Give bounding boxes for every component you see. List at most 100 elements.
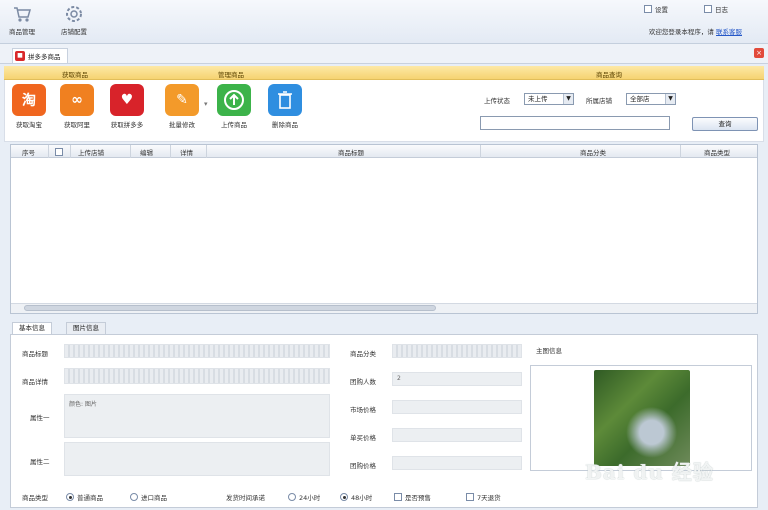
col-title[interactable]: 商品标题 — [338, 147, 364, 157]
seven-day-label: 7天退货 — [477, 494, 501, 502]
product-grid[interactable] — [10, 144, 758, 314]
product-manage-button[interactable]: 商品管理 — [2, 2, 42, 42]
col-detail[interactable]: 详情 — [180, 147, 193, 157]
fetch-pinduoduo-button[interactable]: ♥ 获取拼多多 — [105, 84, 149, 129]
group-manage-title: 管理商品 — [218, 71, 244, 79]
col-category[interactable]: 商品分类 — [580, 147, 606, 157]
search-input[interactable] — [480, 116, 670, 130]
group-price-label: 团购价格 — [350, 462, 376, 470]
ship-48h-option[interactable]: 48小时 — [340, 492, 372, 502]
col-separator — [206, 145, 207, 158]
attr2-field[interactable] — [64, 442, 330, 476]
group-fetch-title: 获取商品 — [62, 71, 88, 79]
welcome-text: 欢迎您登录本程序，请 联系客服 — [649, 26, 742, 36]
radio-button[interactable] — [340, 493, 348, 501]
contact-service-link[interactable]: 联系客服 — [716, 28, 742, 36]
fetch-taobao-button[interactable]: 淘 获取淘宝 — [7, 84, 51, 129]
delete-product-label: 删除商品 — [272, 121, 298, 129]
group-price-field[interactable] — [392, 456, 522, 470]
settings-check[interactable]: 设置 — [644, 4, 668, 14]
col-separator — [70, 145, 71, 158]
group-query-title: 商品查询 — [596, 71, 622, 79]
preorder-checkbox[interactable] — [394, 493, 402, 501]
log-check[interactable]: 日志 — [704, 4, 728, 14]
settings-checkbox[interactable] — [644, 5, 652, 13]
product-photo[interactable] — [594, 370, 690, 466]
preorder-option[interactable]: 是否预售 — [394, 492, 431, 502]
col-index[interactable]: 序号 — [22, 147, 35, 157]
fetch-alibaba-label: 获取阿里 — [64, 121, 90, 129]
group-count-value: 2 — [397, 375, 401, 382]
seven-day-option[interactable]: 7天退货 — [466, 492, 501, 502]
store-select[interactable]: 全部店 ▼ — [626, 93, 676, 105]
radio-button[interactable] — [66, 493, 74, 501]
type-normal-option[interactable]: 普通商品 — [66, 492, 103, 502]
group-count-field[interactable]: 2 — [392, 372, 522, 386]
tab-image-info[interactable]: 图片信息 — [66, 322, 106, 334]
batch-edit-button[interactable]: ✎ 批量修改 — [160, 84, 204, 129]
col-type[interactable]: 商品类型 — [704, 147, 730, 157]
close-icon[interactable]: × — [754, 48, 764, 58]
fetch-taobao-label: 获取淘宝 — [16, 121, 42, 129]
search-button[interactable]: 查询 — [692, 117, 758, 131]
type-import-option[interactable]: 进口商品 — [130, 492, 167, 502]
type-label: 商品类型 — [22, 494, 48, 502]
log-check-label: 日志 — [715, 6, 728, 14]
pinduoduo-icon: ♥ — [110, 84, 144, 116]
ship-label: 发货时间承诺 — [226, 494, 265, 502]
ship-24h-option[interactable]: 24小时 — [288, 492, 320, 502]
gear-icon — [63, 4, 85, 24]
single-price-field[interactable] — [392, 428, 522, 442]
market-price-field[interactable] — [392, 400, 522, 414]
upload-product-button[interactable]: 上传商品 — [212, 84, 256, 129]
col-separator — [130, 145, 131, 158]
watermark: Bai du 经验 — [585, 460, 714, 484]
type-normal-label: 普通商品 — [77, 494, 103, 502]
radio-button[interactable] — [130, 493, 138, 501]
delete-product-button[interactable]: 删除商品 — [263, 84, 307, 129]
market-price-label: 市场价格 — [350, 406, 376, 414]
col-separator — [480, 145, 481, 158]
tab-basic-info[interactable]: 基本信息 — [12, 322, 52, 334]
col-upload-store[interactable]: 上传店铺 — [78, 147, 104, 157]
store-label: 所属店铺 — [586, 97, 612, 105]
category-field[interactable] — [392, 344, 522, 358]
col-separator — [170, 145, 171, 158]
cart-icon — [11, 4, 33, 24]
trash-icon — [268, 84, 302, 116]
detail-label: 商品详情 — [22, 378, 48, 386]
product-manage-label: 商品管理 — [9, 28, 35, 36]
chevron-down-icon[interactable]: ▾ — [204, 100, 208, 108]
ribbon-header — [4, 66, 764, 80]
pinduoduo-tab-icon: ■ — [15, 51, 25, 61]
store-value: 全部店 — [630, 95, 650, 103]
detail-field[interactable] — [64, 368, 330, 384]
upload-status-value: 未上传 — [528, 95, 548, 103]
fetch-pinduoduo-label: 获取拼多多 — [110, 121, 144, 129]
grid-header — [11, 145, 757, 158]
title-label: 商品标题 — [22, 350, 48, 358]
tab-label: 拼多多商品 — [28, 53, 61, 61]
type-import-label: 进口商品 — [141, 494, 167, 502]
upload-icon — [217, 84, 251, 116]
pencil-icon: ✎ — [165, 84, 199, 116]
select-all-checkbox[interactable] — [55, 148, 63, 156]
settings-check-label: 设置 — [655, 6, 668, 14]
radio-button[interactable] — [288, 493, 296, 501]
attr1-field[interactable]: 颜色: 图片 — [64, 394, 330, 438]
log-checkbox[interactable] — [704, 5, 712, 13]
col-separator — [680, 145, 681, 158]
store-config-button[interactable]: 店铺配置 — [54, 2, 94, 42]
fetch-alibaba-button[interactable]: ∞ 获取阿里 — [55, 84, 99, 129]
tab-pinduoduo-products[interactable]: ■ 拼多多商品 — [12, 48, 68, 63]
upload-status-select[interactable]: 未上传 ▼ — [524, 93, 574, 105]
seven-day-checkbox[interactable] — [466, 493, 474, 501]
col-edit[interactable]: 编辑 — [140, 147, 153, 157]
scrollbar-thumb[interactable] — [24, 305, 436, 311]
batch-edit-label: 批量修改 — [169, 121, 195, 129]
store-config-label: 店铺配置 — [61, 28, 87, 36]
title-field[interactable] — [64, 344, 330, 358]
main-image-title: 主图信息 — [536, 347, 562, 355]
category-label: 商品分类 — [350, 350, 376, 358]
taobao-icon: 淘 — [12, 84, 46, 116]
